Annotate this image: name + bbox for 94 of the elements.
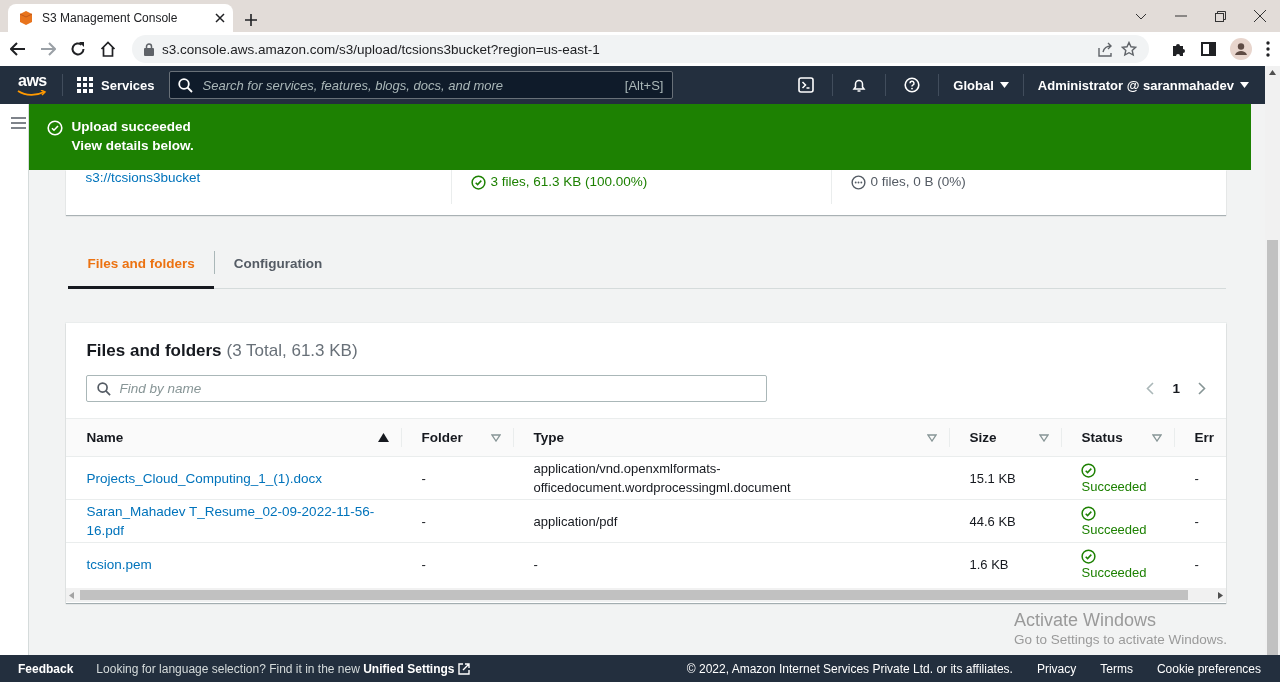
avatar-icon[interactable] bbox=[1230, 38, 1252, 60]
file-count: (3 Total, 61.3 KB) bbox=[226, 341, 358, 360]
close-icon[interactable] bbox=[215, 13, 225, 23]
caret-icon bbox=[999, 82, 1009, 88]
copyright-text: © 2022, Amazon Internet Services Private Ltd. or its affiliates. bbox=[686, 661, 1013, 676]
close-icon[interactable] bbox=[1254, 10, 1266, 22]
failed-summary: 0 files, 0 B (0%) bbox=[870, 174, 966, 189]
new-tab-icon[interactable] bbox=[245, 14, 257, 26]
footer-link[interactable]: Privacy bbox=[1036, 661, 1077, 676]
file-name-link[interactable]: Projects_Cloud_Computing_1_(1).docx bbox=[86, 468, 323, 488]
external-link-icon bbox=[457, 662, 470, 675]
bucket-link[interactable]: s3://tcsions3bucket bbox=[85, 170, 201, 185]
table-cell-text: 1.6 KB bbox=[969, 556, 1009, 574]
sort-icon[interactable] bbox=[927, 433, 938, 442]
bell-icon[interactable] bbox=[851, 77, 868, 93]
check-circle-icon bbox=[471, 175, 487, 190]
status-text: Succeeded bbox=[1081, 477, 1147, 496]
table-cell-text: 44.6 KB bbox=[969, 512, 1016, 531]
language-notice: Looking for language selection? Find it in the new Unified Settings bbox=[96, 661, 470, 676]
star-icon[interactable] bbox=[1121, 41, 1137, 57]
panel-title: Files and folders bbox=[86, 341, 222, 360]
reload-icon[interactable] bbox=[70, 41, 86, 57]
table-cell-text: - bbox=[1194, 556, 1199, 574]
table-cell-text: 15.1 KB bbox=[969, 469, 1016, 488]
check-circle-icon bbox=[1081, 549, 1097, 564]
horizontal-scrollbar[interactable] bbox=[66, 588, 1226, 602]
search-icon bbox=[97, 381, 112, 396]
browser-tab[interactable]: S3 Management Console bbox=[8, 4, 233, 32]
restore-icon[interactable] bbox=[1215, 10, 1226, 22]
check-circle-icon bbox=[47, 120, 64, 136]
region-menu[interactable]: Global bbox=[953, 77, 1009, 93]
check-circle-icon bbox=[1081, 505, 1097, 521]
scrollbar-thumb[interactable] bbox=[1267, 240, 1278, 655]
activation-title: Activate Windows bbox=[1013, 609, 1157, 631]
feedback-link[interactable]: Feedback bbox=[18, 661, 74, 676]
check-circle-icon bbox=[1081, 462, 1097, 478]
help-icon[interactable] bbox=[904, 77, 921, 93]
account-menu[interactable]: Administrator @ saranmahadev bbox=[1037, 77, 1249, 93]
column-header[interactable]: Err bbox=[1174, 418, 1226, 457]
banner-title: Upload succeeded bbox=[71, 118, 192, 136]
sort-icon[interactable] bbox=[1152, 433, 1163, 442]
column-header[interactable]: Type bbox=[513, 418, 950, 457]
back-arrow-icon[interactable] bbox=[10, 42, 26, 56]
pending-circle-icon bbox=[851, 175, 867, 190]
home-icon[interactable] bbox=[100, 41, 116, 57]
terminal-icon[interactable] bbox=[798, 77, 815, 93]
lock-icon bbox=[144, 42, 154, 56]
services-menu[interactable]: Services bbox=[77, 77, 169, 93]
column-header[interactable]: Name bbox=[66, 418, 402, 457]
more-options-icon[interactable] bbox=[1266, 41, 1270, 57]
status-text: Succeeded bbox=[1081, 520, 1147, 539]
grid-icon bbox=[77, 77, 93, 93]
tab-title: S3 Management Console bbox=[42, 11, 179, 25]
share-icon[interactable] bbox=[1097, 41, 1113, 57]
footer-link[interactable]: Cookie preferences bbox=[1156, 661, 1261, 676]
url-text: s3.console.aws.amazon.com/s3/upload/tcsions3bucket?region=us-east-1 bbox=[162, 41, 601, 57]
forward-arrow-icon bbox=[40, 42, 56, 56]
tab[interactable]: Configuration bbox=[214, 240, 342, 289]
cube-icon bbox=[18, 10, 34, 26]
column-header[interactable]: Folder bbox=[401, 418, 514, 457]
unified-settings-link[interactable]: Unified Settings bbox=[363, 661, 470, 676]
next-page-icon[interactable] bbox=[1198, 382, 1206, 395]
caret-icon bbox=[1240, 82, 1249, 88]
table-cell-text: - bbox=[421, 512, 426, 531]
table-cell-text: - bbox=[533, 556, 538, 574]
search-icon bbox=[177, 77, 193, 93]
sort-icon[interactable] bbox=[1039, 433, 1050, 442]
sort-ascending-icon[interactable] bbox=[378, 433, 390, 442]
succeeded-summary: 3 files, 61.3 KB (100.00%) bbox=[490, 174, 648, 189]
file-name-link[interactable]: Saran_Mahadev T_Resume_02-09-2022-11-56-16.pdf bbox=[86, 502, 390, 540]
scroll-up-icon[interactable] bbox=[1269, 70, 1276, 75]
table-cell-text: - bbox=[1194, 469, 1199, 488]
table-cell-text: application/vnd.openxmlformats-officedocument.wordprocessingml.document bbox=[533, 460, 792, 497]
file-name-link[interactable]: tcsion.pem bbox=[86, 555, 152, 574]
activation-message: Go to Settings to activate Windows. bbox=[1013, 631, 1227, 649]
puzzle-piece-icon[interactable] bbox=[1171, 41, 1187, 57]
table-cell-text: - bbox=[1194, 512, 1199, 531]
scroll-right-icon[interactable] bbox=[1218, 591, 1223, 599]
banner-message: View details below. bbox=[71, 137, 194, 155]
table-cell-text: - bbox=[421, 556, 426, 574]
search-field[interactable]: Search for services, features, blogs, docs, and more [Alt+S] bbox=[168, 71, 673, 99]
aws-logo[interactable]: aws bbox=[16, 70, 48, 100]
chevron-down-icon[interactable] bbox=[1135, 12, 1147, 20]
address-bar[interactable]: s3.console.aws.amazon.com/s3/upload/tcsions3bucket?region=us-east-1 bbox=[132, 35, 1149, 63]
footer-link[interactable]: Terms bbox=[1100, 661, 1133, 676]
column-header[interactable]: Status bbox=[1061, 418, 1175, 457]
table-cell-text: application/pdf bbox=[533, 512, 618, 531]
side-panel-icon[interactable] bbox=[1201, 42, 1216, 56]
sort-icon[interactable] bbox=[491, 433, 502, 442]
status-text: Succeeded bbox=[1081, 564, 1147, 582]
column-header[interactable]: Size bbox=[949, 418, 1062, 457]
table-cell-text: - bbox=[421, 469, 426, 488]
menu-icon[interactable] bbox=[11, 117, 26, 129]
page-number[interactable]: 1 bbox=[1172, 381, 1180, 396]
